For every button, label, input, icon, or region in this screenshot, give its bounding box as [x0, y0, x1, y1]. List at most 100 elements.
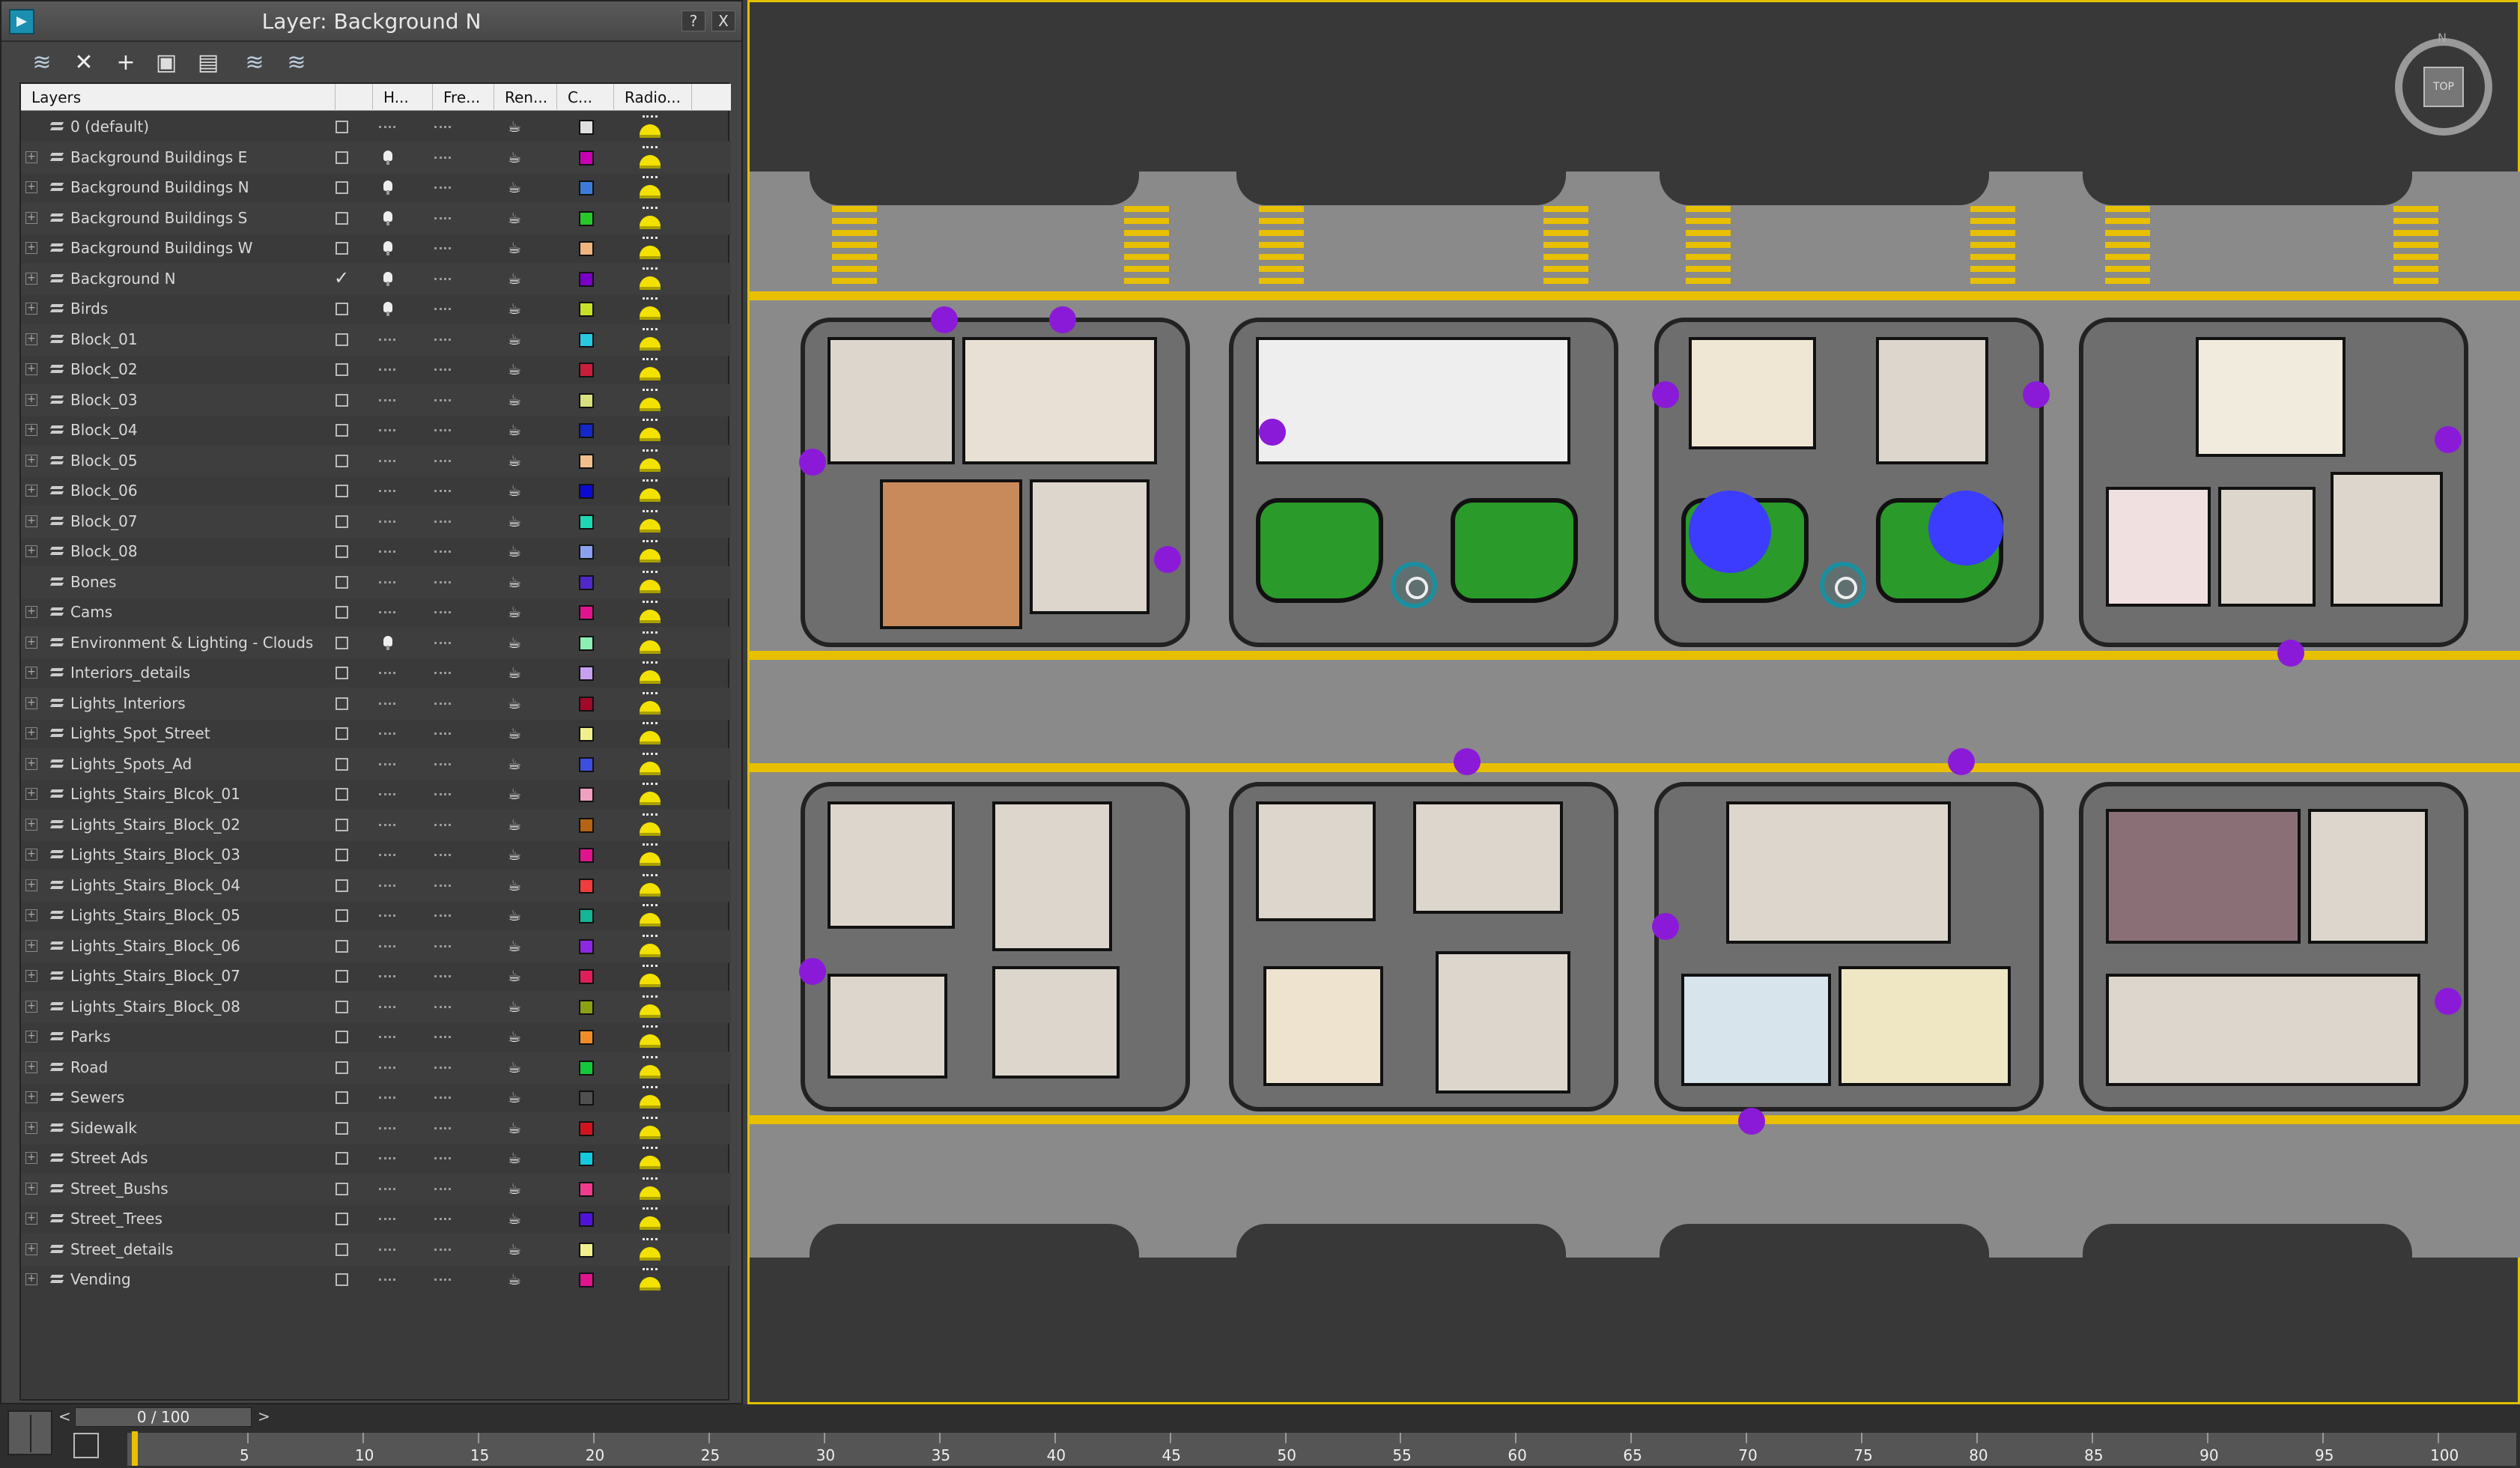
- city-block-06[interactable]: [1229, 782, 1618, 1111]
- hide-toggle[interactable]: [379, 939, 398, 954]
- layer-color-swatch[interactable]: [579, 817, 594, 833]
- current-layer-checkbox[interactable]: [336, 879, 348, 892]
- layer-name[interactable]: Street Ads: [70, 1149, 148, 1167]
- close-button[interactable]: X: [711, 10, 735, 31]
- freeze-toggle[interactable]: [434, 787, 454, 802]
- layer-row[interactable]: + Background Buildings N ☕: [21, 172, 731, 204]
- current-layer-checkbox[interactable]: [336, 424, 348, 437]
- layer-row[interactable]: + Block_02 ☕: [21, 354, 731, 386]
- expand-toggle-icon[interactable]: +: [25, 727, 37, 739]
- expand-toggle-icon[interactable]: +: [25, 606, 37, 618]
- render-teapot-icon[interactable]: ☕: [508, 938, 527, 954]
- hide-toggle[interactable]: [379, 757, 398, 772]
- layer-row[interactable]: Bones ☕: [21, 565, 731, 598]
- render-teapot-icon[interactable]: ☕: [508, 240, 527, 256]
- layer-color-swatch[interactable]: [579, 271, 594, 287]
- layer-row[interactable]: + Lights_Stairs_Blcok_01 ☕: [21, 778, 731, 810]
- layer-name[interactable]: Lights_Stairs_Block_02: [70, 816, 240, 834]
- layer-row[interactable]: + Lights_Stairs_Block_08 ☕: [21, 990, 731, 1023]
- layer-name[interactable]: Block_04: [70, 421, 138, 439]
- render-teapot-icon[interactable]: ☕: [508, 907, 527, 923]
- render-teapot-icon[interactable]: ☕: [508, 392, 527, 408]
- expand-toggle-icon[interactable]: +: [25, 1213, 37, 1225]
- freeze-toggle[interactable]: [434, 605, 454, 620]
- expand-toggle-icon[interactable]: +: [25, 242, 37, 254]
- radiosity-lamp-icon[interactable]: [639, 631, 661, 655]
- city-block-05[interactable]: [801, 782, 1190, 1111]
- hide-toggle[interactable]: [379, 545, 398, 559]
- layer-color-swatch[interactable]: [579, 787, 594, 802]
- radiosity-lamp-icon[interactable]: [639, 327, 661, 352]
- current-layer-check-icon[interactable]: ✓: [334, 267, 349, 288]
- expand-toggle-icon[interactable]: +: [25, 211, 37, 224]
- layer-row[interactable]: + Lights_Stairs_Block_05 ☕: [21, 900, 731, 932]
- layer-name[interactable]: Street_Bushs: [70, 1180, 168, 1198]
- radiosity-lamp-icon[interactable]: [639, 419, 661, 443]
- layer-row[interactable]: + Block_05 ☕: [21, 444, 731, 477]
- layer-row[interactable]: + Lights_Stairs_Block_02 ☕: [21, 808, 731, 841]
- layer-color-swatch[interactable]: [579, 453, 594, 469]
- hide-toggle[interactable]: [379, 1212, 398, 1227]
- radiosity-lamp-icon[interactable]: [639, 176, 661, 200]
- add-icon[interactable]: +: [111, 48, 141, 78]
- hide-toggle[interactable]: [379, 605, 398, 620]
- city-block-07[interactable]: [1654, 782, 2044, 1111]
- hide-toggle[interactable]: [379, 969, 398, 984]
- layer-color-swatch[interactable]: [579, 302, 594, 317]
- hide-toggle[interactable]: [379, 1273, 398, 1287]
- layer-name[interactable]: Lights_Interiors: [70, 694, 186, 712]
- current-layer-checkbox[interactable]: [336, 515, 348, 528]
- layer-name[interactable]: Street_details: [70, 1240, 173, 1258]
- radiosity-lamp-icon[interactable]: [639, 570, 661, 595]
- layer-color-swatch[interactable]: [579, 1273, 594, 1287]
- radiosity-lamp-icon[interactable]: [639, 358, 661, 382]
- radiosity-lamp-icon[interactable]: [639, 1116, 661, 1141]
- render-teapot-icon[interactable]: ☕: [508, 1059, 527, 1076]
- layer-row[interactable]: + Sewers ☕: [21, 1082, 731, 1114]
- hide-bulb-icon[interactable]: [379, 210, 398, 226]
- layer-color-swatch[interactable]: [579, 1060, 594, 1076]
- expand-toggle-icon[interactable]: +: [25, 363, 37, 375]
- layer-row[interactable]: + Lights_Stairs_Block_04 ☕: [21, 869, 731, 902]
- current-layer-checkbox[interactable]: [336, 303, 348, 315]
- render-teapot-icon[interactable]: ☕: [508, 179, 527, 195]
- hide-toggle[interactable]: [379, 1151, 398, 1166]
- freeze-toggle[interactable]: [434, 1030, 454, 1045]
- radiosity-lamp-icon[interactable]: [639, 752, 661, 777]
- render-teapot-icon[interactable]: ☕: [508, 1241, 527, 1258]
- radiosity-lamp-icon[interactable]: [639, 297, 661, 321]
- radiosity-lamp-icon[interactable]: [639, 145, 661, 170]
- render-teapot-icon[interactable]: ☕: [508, 634, 527, 651]
- column-header-render[interactable]: Ren...: [494, 84, 557, 111]
- layer-color-swatch[interactable]: [579, 999, 594, 1015]
- hide-toggle[interactable]: [379, 818, 398, 833]
- freeze-toggle[interactable]: [434, 1182, 454, 1197]
- layer-name[interactable]: Block_03: [70, 391, 138, 409]
- layer-color-swatch[interactable]: [579, 969, 594, 984]
- render-teapot-icon[interactable]: ☕: [508, 270, 527, 287]
- current-layer-checkbox[interactable]: [336, 242, 348, 255]
- current-layer-checkbox[interactable]: [336, 818, 348, 831]
- radiosity-lamp-icon[interactable]: [639, 1055, 661, 1080]
- render-teapot-icon[interactable]: ☕: [508, 664, 527, 681]
- layer-color-swatch[interactable]: [579, 1030, 594, 1045]
- layer-color-swatch[interactable]: [579, 938, 594, 954]
- city-block-03[interactable]: [1654, 318, 2044, 647]
- freeze-toggle[interactable]: [434, 879, 454, 894]
- layer-name[interactable]: Street_Trees: [70, 1210, 163, 1228]
- render-teapot-icon[interactable]: ☕: [508, 543, 527, 559]
- hide-toggle[interactable]: [379, 363, 398, 377]
- render-teapot-icon[interactable]: ☕: [508, 331, 527, 348]
- render-teapot-icon[interactable]: ☕: [508, 118, 527, 135]
- freeze-toggle[interactable]: [434, 636, 454, 651]
- current-layer-checkbox[interactable]: [336, 939, 348, 953]
- layer-row[interactable]: + Block_01 ☕: [21, 323, 731, 356]
- render-teapot-icon[interactable]: ☕: [508, 149, 527, 166]
- freeze-toggle[interactable]: [434, 1061, 454, 1076]
- freeze-toggle[interactable]: [434, 1121, 454, 1136]
- current-layer-checkbox[interactable]: [336, 1213, 348, 1225]
- render-teapot-icon[interactable]: ☕: [508, 1180, 527, 1197]
- city-block-01[interactable]: [801, 318, 1190, 647]
- radiosity-lamp-icon[interactable]: [639, 995, 661, 1019]
- layer-color-swatch[interactable]: [579, 1151, 594, 1166]
